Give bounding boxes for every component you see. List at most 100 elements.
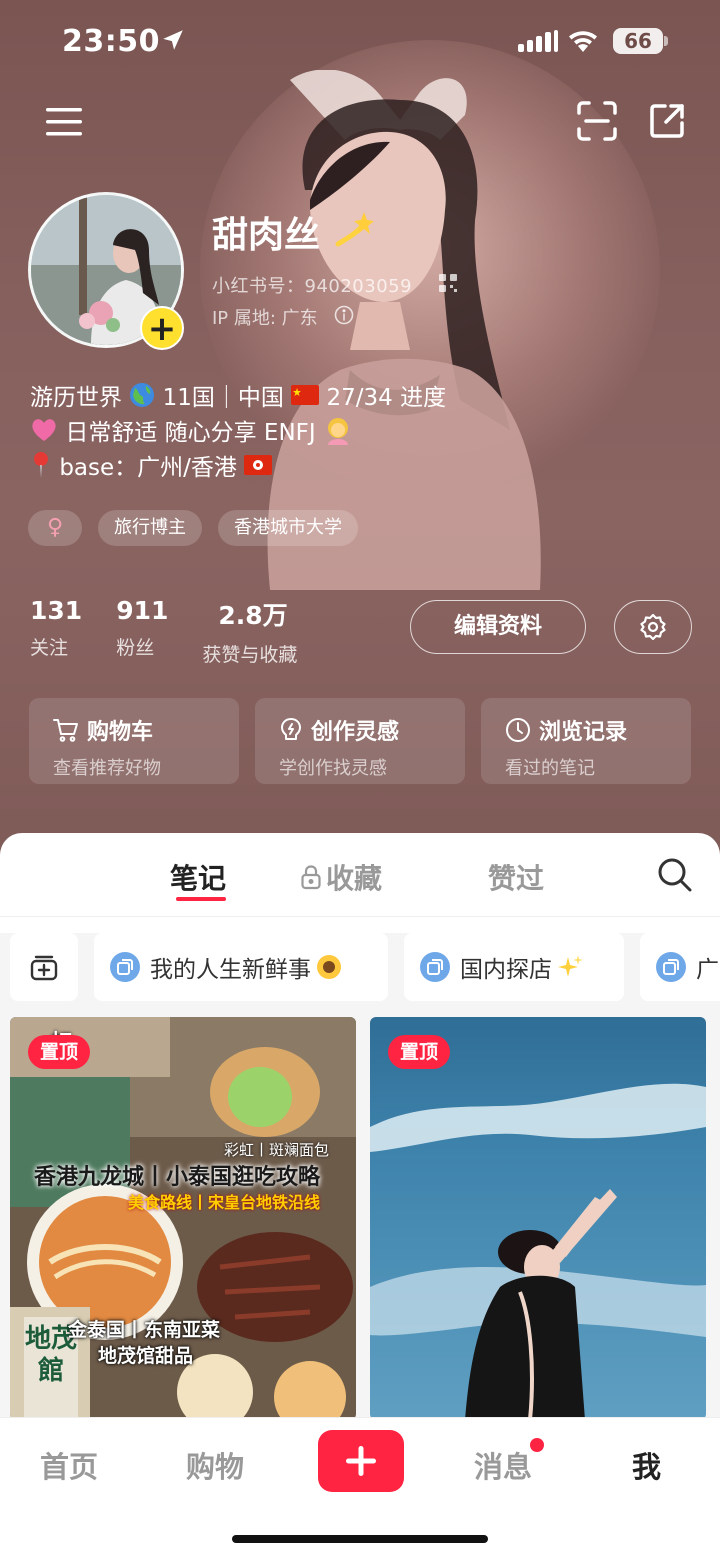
stat-followers-count: 911 [116, 596, 169, 625]
gear-icon [640, 613, 666, 641]
china-flag-icon [291, 385, 320, 405]
scan-icon [577, 101, 617, 141]
collection-icon [110, 952, 140, 982]
nav-messages[interactable]: 消息 [474, 1444, 532, 1486]
nav-home[interactable]: 首页 [40, 1444, 98, 1486]
card-title: 香港九龙城丨小泰国逛吃攻略 [34, 1165, 321, 1190]
bulb-icon [281, 718, 301, 740]
tab-notes[interactable]: 笔记 [170, 857, 226, 897]
qr-code-icon[interactable] [438, 273, 458, 293]
stat-following-label: 关注 [30, 637, 69, 659]
info-icon[interactable] [334, 305, 354, 325]
tag-travel-blogger[interactable]: 旅行博主 [98, 510, 202, 546]
nav-me[interactable]: 我 [632, 1444, 661, 1486]
person-emoji-icon [328, 418, 348, 445]
battery-indicator: 66 [613, 28, 663, 54]
tab-liked[interactable]: 赞过 [488, 857, 544, 897]
quick-entry-inspiration-subtitle: 学创作找灵感 [279, 758, 387, 779]
edit-profile-button[interactable]: 编辑资料 [410, 600, 586, 654]
add-avatar-button[interactable]: + [140, 306, 184, 350]
stat-followers-label: 粉丝 [116, 637, 155, 659]
stat-following-count: 131 [30, 596, 83, 625]
collection-icon [656, 952, 686, 982]
home-indicator [232, 1535, 488, 1543]
scan-button[interactable] [574, 98, 620, 144]
quick-entry-history-subtitle: 看过的笔记 [505, 758, 595, 779]
collection-icon [420, 952, 450, 982]
quick-entry-cart-title: 购物车 [87, 720, 154, 745]
pinned-badge: 置顶 [388, 1035, 451, 1069]
sunflower-emoji-icon [317, 955, 341, 979]
tab-collections[interactable]: 收藏 [300, 857, 382, 897]
collection-label: 广 [696, 957, 719, 983]
collection-chip[interactable]: 国内探店 [404, 933, 624, 1001]
sparkling-heart-icon [32, 419, 56, 441]
card-footer-line-1: 金泰国丨东南亚菜 [68, 1319, 221, 1341]
battery-cap [664, 36, 668, 46]
bio-line-2: 日常舒适 随心分享 ENFJ [30, 413, 353, 447]
quick-entry-cart-subtitle: 查看推荐好物 [53, 758, 161, 779]
globe-emoji-icon [130, 383, 155, 407]
stat-followers[interactable]: 911 粉丝 [116, 596, 168, 667]
status-bar: 23:50 66 [0, 0, 720, 86]
profile-stats: 131 关注 911 粉丝 2.8万 获赞与收藏 [30, 596, 331, 667]
collection-bar: 我的人生新鲜事 国内探店 广 [0, 933, 720, 1003]
lock-icon [301, 865, 321, 890]
cart-icon [53, 719, 78, 742]
pinned-badge: 置顶 [28, 1035, 91, 1069]
nav-shop[interactable]: 购物 [186, 1444, 244, 1486]
card-footer-line-2: 地茂馆甜品 [98, 1345, 194, 1367]
clock-icon [506, 718, 530, 742]
gender-tag: ♀ [28, 510, 82, 546]
quick-entry-inspiration-title: 创作灵感 [311, 720, 400, 745]
tab-collections-label: 收藏 [326, 862, 383, 895]
quick-entry-inspiration[interactable]: 创作灵感 学创作找灵感 [255, 698, 465, 784]
note-card[interactable]: 置顶 [370, 1017, 706, 1420]
search-icon[interactable] [656, 856, 694, 894]
dizzy-emoji-icon [335, 212, 374, 247]
hongkong-flag-icon [244, 455, 273, 475]
bio-text-2: 日常舒适 随心分享 ENFJ [65, 420, 316, 446]
note-cover-image [370, 1017, 706, 1420]
collection-chip[interactable]: 广 [640, 933, 720, 1001]
stat-likes[interactable]: 2.8万 获赞与收藏 [202, 596, 297, 667]
card-caption-small: 彩虹丨斑斓面包 [224, 1141, 330, 1159]
unread-dot [530, 1438, 544, 1452]
hamburger-menu-icon [46, 108, 82, 136]
notes-grid: 虹 置顶 彩虹丨斑斓面包 香港九龙城丨小泰国逛吃攻略 美食路线丨宋皇台地铁沿线 … [0, 1003, 720, 1423]
share-icon [650, 104, 684, 138]
card-subtitle: 美食路线丨宋皇台地铁沿线 [128, 1193, 321, 1212]
status-time: 23:50 [62, 24, 160, 59]
profile-tabs: 笔记 收藏 赞过 [0, 833, 720, 917]
sparkles-emoji-icon [558, 955, 583, 977]
cellular-signal-icon [518, 30, 558, 52]
wifi-icon [569, 31, 597, 52]
add-collection-icon [30, 955, 58, 981]
plus-icon [346, 1446, 376, 1476]
bio-text-1a: 游历世界 [30, 385, 122, 411]
xiaohongshu-id: 小红书号：940203059 [212, 276, 413, 297]
add-collection-button[interactable] [10, 933, 78, 1001]
pin-emoji-icon [34, 452, 48, 478]
create-post-button[interactable] [318, 1430, 404, 1492]
settings-button[interactable] [614, 600, 692, 654]
collection-chip[interactable]: 我的人生新鲜事 [94, 933, 388, 1001]
quick-entry-cart[interactable]: 购物车 查看推荐好物 [29, 698, 239, 784]
note-card[interactable]: 虹 置顶 彩虹丨斑斓面包 香港九龙城丨小泰国逛吃攻略 美食路线丨宋皇台地铁沿线 … [10, 1017, 356, 1420]
bio-line-1: 游历世界 11国｜中国 27/34 进度 [30, 378, 446, 412]
menu-button[interactable] [42, 100, 86, 144]
share-button[interactable] [644, 98, 690, 144]
stat-following[interactable]: 131 关注 [30, 596, 82, 667]
bio-text-1c: 27/34 进度 [326, 385, 447, 411]
location-arrow-icon [163, 30, 183, 50]
ip-location: IP 属地: 广东 [212, 308, 318, 329]
stat-likes-count: 2.8万 [218, 601, 288, 630]
bio-text-3: base：广州/香港 [59, 455, 237, 481]
tag-university[interactable]: 香港城市大学 [218, 510, 358, 546]
quick-entry-history[interactable]: 浏览记录 看过的笔记 [481, 698, 691, 784]
collection-label: 我的人生新鲜事 [150, 957, 311, 983]
bio-line-3: base：广州/香港 [30, 448, 273, 482]
collection-label: 国内探店 [460, 957, 552, 983]
profile-tags: ♀ 旅行博主 香港城市大学 [28, 510, 358, 546]
tab-active-underline [176, 897, 226, 901]
